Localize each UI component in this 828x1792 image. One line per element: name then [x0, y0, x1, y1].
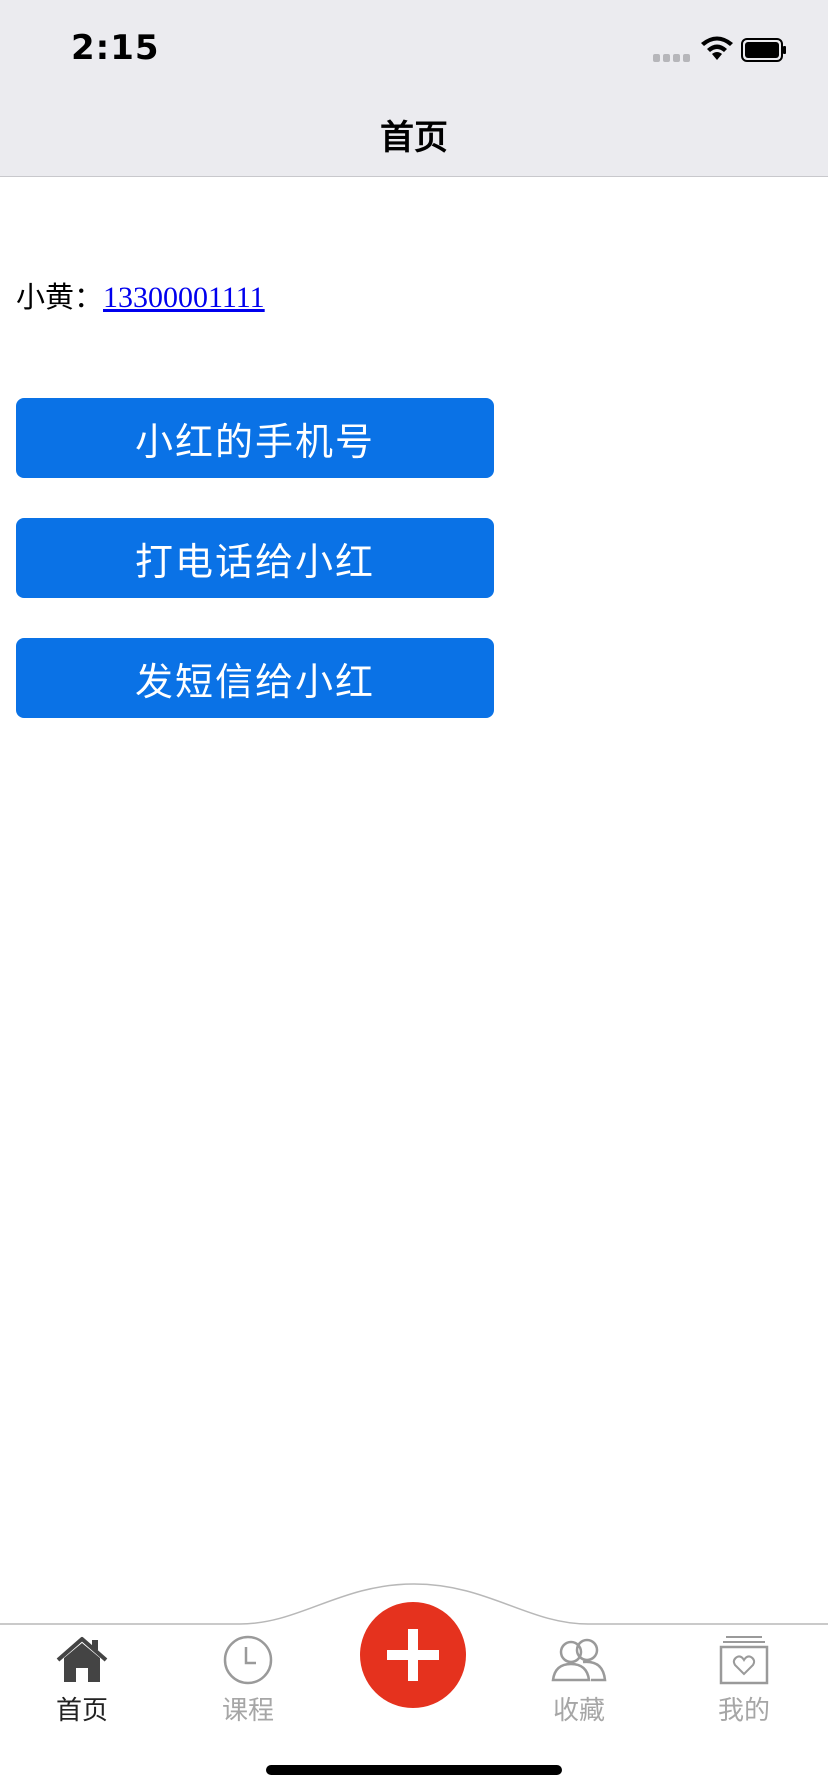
- heart-box-icon: [719, 1636, 769, 1685]
- contact-row: 小黄：13300001111: [16, 274, 265, 316]
- battery-icon: [741, 38, 786, 62]
- tab-mine-label: 我的: [717, 1696, 770, 1726]
- plus-icon: [387, 1629, 439, 1681]
- tab-home[interactable]: 首页: [27, 1634, 137, 1727]
- tab-favorites[interactable]: 收藏: [524, 1634, 634, 1727]
- page-title: 首页: [380, 118, 448, 158]
- add-button[interactable]: [360, 1602, 466, 1708]
- clock-icon: [223, 1635, 273, 1685]
- status-time: 2:15: [71, 28, 160, 68]
- show-phone-number-button[interactable]: 小红的手机号: [16, 398, 494, 478]
- tab-course-label: 课程: [221, 1696, 274, 1726]
- wifi-icon: [701, 36, 733, 60]
- home-indicator: [266, 1765, 562, 1775]
- send-sms-button[interactable]: 发短信给小红: [16, 638, 494, 718]
- tab-favorites-label: 收藏: [552, 1696, 605, 1726]
- tab-course[interactable]: 课程: [193, 1634, 303, 1727]
- people-icon: [551, 1638, 607, 1682]
- contact-name-label: 小黄：: [16, 280, 104, 314]
- header: 2:15 首页: [0, 0, 828, 177]
- home-icon: [56, 1637, 108, 1682]
- tab-mine[interactable]: 我的: [689, 1634, 799, 1727]
- phone-link[interactable]: 13300001111: [103, 281, 265, 314]
- tab-home-label: 首页: [55, 1696, 108, 1726]
- cellular-signal-icon: [653, 54, 691, 62]
- call-button[interactable]: 打电话给小红: [16, 518, 494, 598]
- app-screen: 2:15 首页 小黄：13300001111 小红的手机号 打电话给小红 发短信…: [0, 0, 828, 1792]
